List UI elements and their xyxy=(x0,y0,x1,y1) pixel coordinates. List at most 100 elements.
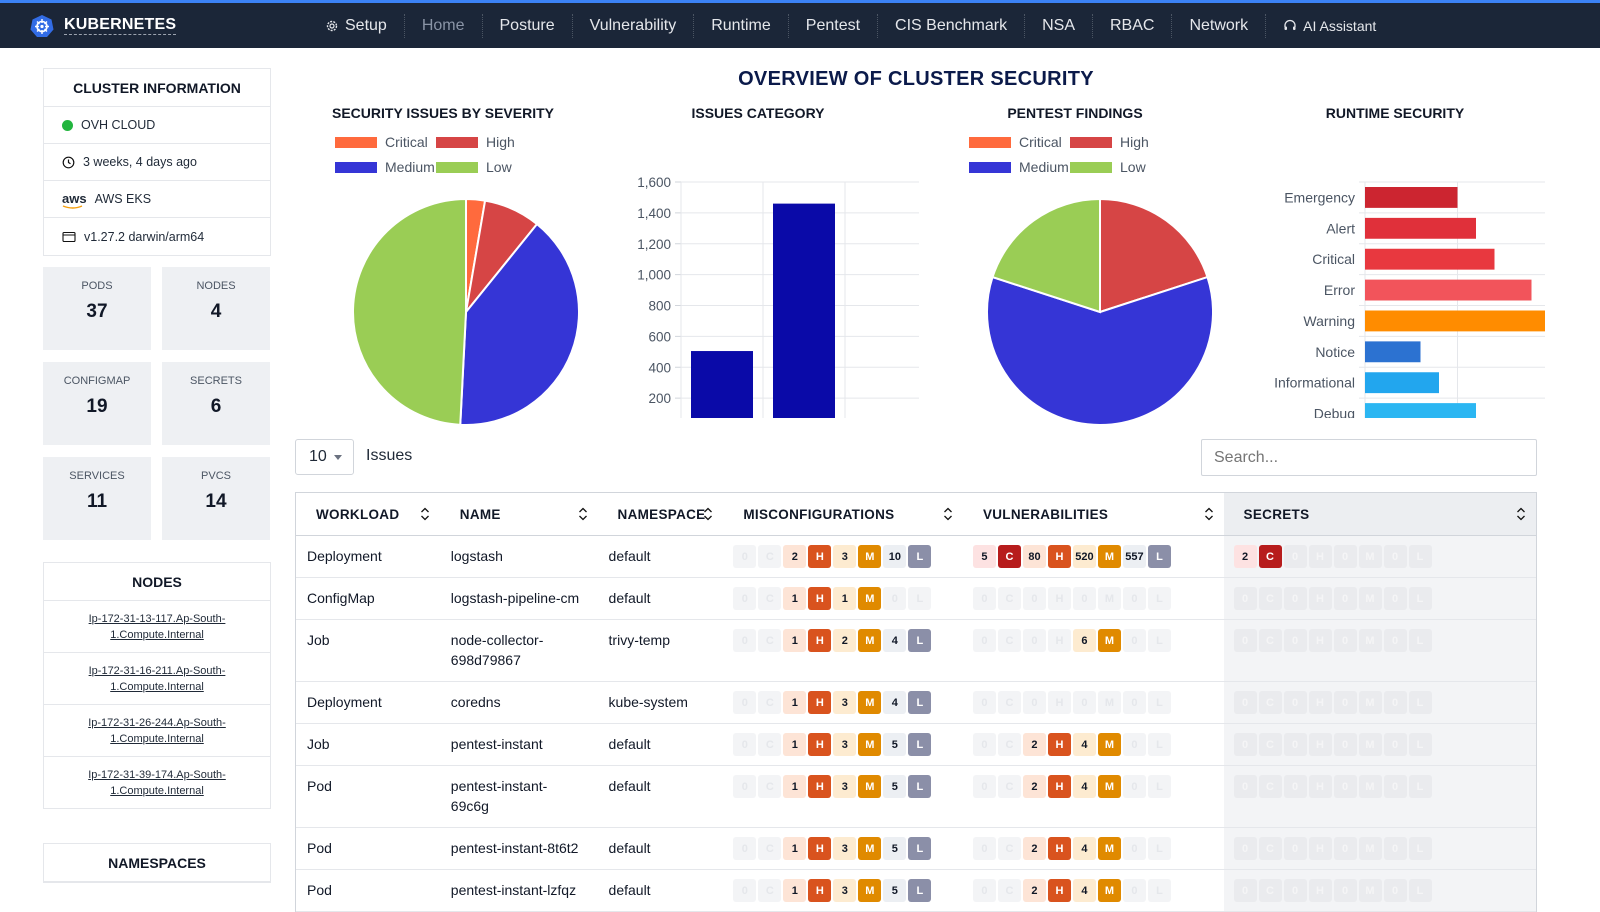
severity-letter-badge: M xyxy=(1097,691,1121,714)
table-row[interactable]: Pod pentest-instant- 69c6g default 0 C 1 H 3 M 5 L 0… xyxy=(296,766,1536,828)
column-header[interactable]: NAMESPACE xyxy=(598,493,724,535)
severity-letter-badge: L xyxy=(1147,587,1171,610)
count-badge: 2 xyxy=(1022,879,1046,902)
nav-vulnerability[interactable]: Vulnerability xyxy=(571,13,694,38)
nav-posture[interactable]: Posture xyxy=(481,13,572,38)
count-badge: 0 xyxy=(1383,879,1407,902)
count-badge: 0 xyxy=(1233,587,1257,610)
pie-slice xyxy=(352,197,467,426)
brand[interactable]: KUBERNETES xyxy=(30,14,290,38)
stat-pvcs[interactable]: PVCS 14 xyxy=(162,457,270,540)
y-tick-label: Informational xyxy=(1274,375,1355,391)
severity-letter-badge: C xyxy=(758,879,782,902)
severity-letter-badge: L xyxy=(1408,629,1432,652)
severity-badges: 0C0H0M0L xyxy=(1224,879,1536,902)
severity-letter-badge: M xyxy=(858,775,882,798)
table-row[interactable]: Pod pentest-instant-lzfqz default 0 C 1 H 3 M 5 L 0… xyxy=(296,870,1536,912)
nav-rbac[interactable]: RBAC xyxy=(1092,13,1171,38)
count-badge: 0 xyxy=(1122,733,1146,756)
misconfigurations-cell: 0C1H2M4L xyxy=(723,620,963,681)
nav-cis-benchmark[interactable]: CIS Benchmark xyxy=(877,13,1024,38)
nav-setup-label: Setup xyxy=(345,16,387,34)
node-link[interactable]: Ip-172-31-13-117.Ap-South- 1.Compute.Inte… xyxy=(44,601,270,653)
stat-services[interactable]: SERVICES 11 xyxy=(43,457,151,540)
cluster-info-title: CLUSTER INFORMATION xyxy=(44,69,270,107)
column-header[interactable]: MISCONFIGURATIONS xyxy=(723,493,963,535)
severity-letter-badge: C xyxy=(1258,691,1282,714)
table-row[interactable]: Job node-collector- 698d79867 trivy-temp 0 C 1… xyxy=(296,620,1536,682)
severity-letter-badge: C xyxy=(1258,837,1282,860)
count-badge: 4 xyxy=(1072,733,1096,756)
table-row[interactable]: Deployment coredns kube-system 0 C 1 H 3 M 4 L 0 C 0 H… xyxy=(296,682,1536,724)
nav-network[interactable]: Network xyxy=(1171,13,1265,38)
stat-pods[interactable]: PODS 37 xyxy=(43,267,151,350)
column-header[interactable]: NAME xyxy=(440,493,598,535)
name-cell: logstash-pipeline-cm xyxy=(450,590,580,606)
vulnerabilities-cell: 0C2H4M0L xyxy=(963,828,1224,869)
severity-letter-badge: L xyxy=(908,587,932,610)
column-header[interactable]: WORKLOAD xyxy=(296,493,440,535)
table-row[interactable]: Pod pentest-instant-8t6t2 default 0 C 1 H 3 M 5 L 0… xyxy=(296,828,1536,870)
sort-icon xyxy=(1517,507,1525,521)
severity-letter-badge: L xyxy=(908,545,932,568)
severity-badges: 0C1H1M0L xyxy=(723,587,963,610)
column-header-label: SECRETS xyxy=(1243,506,1310,522)
severity-letter-badge: C xyxy=(997,587,1021,610)
legend-swatch xyxy=(335,162,377,173)
nav-nsa[interactable]: NSA xyxy=(1024,13,1092,38)
table-row[interactable]: ConfigMap logstash-pipeline-cm default 0 C 1 H… xyxy=(296,578,1536,620)
severity-letter-badge: H xyxy=(1308,837,1332,860)
column-header[interactable]: SECRETS xyxy=(1223,493,1537,535)
cluster-provider: OVH CLOUD xyxy=(81,118,156,132)
severity-letter-badge: L xyxy=(1408,545,1432,568)
namespaces-card: NAMESPACES xyxy=(43,843,271,883)
headset-icon xyxy=(1284,19,1296,30)
severity-letter-badge: C xyxy=(1258,545,1282,568)
cluster-version: v1.27.2 darwin/arm64 xyxy=(84,229,205,244)
nav-home[interactable]: Home xyxy=(403,13,482,38)
y-tick-label: Notice xyxy=(1315,344,1355,360)
column-header-label: NAMESPACE xyxy=(617,506,706,522)
vulnerabilities-cell: 5 C 80 H 520 M 557 L xyxy=(963,536,1224,577)
severity-letter-badge: M xyxy=(1097,775,1121,798)
severity-letter-badge: H xyxy=(1308,879,1332,902)
nav-pentest[interactable]: Pentest xyxy=(787,13,877,38)
stat-nodes[interactable]: NODES 4 xyxy=(162,267,270,350)
node-link[interactable]: Ip-172-31-16-211.Ap-South- 1.Compute.Inte… xyxy=(44,653,270,705)
stat-secrets[interactable]: SECRETS 6 xyxy=(162,362,270,445)
name-cell: coredns xyxy=(450,694,501,710)
severity-letter-badge: M xyxy=(1097,837,1121,860)
table-row[interactable]: Job pentest-instant default 0 C 1 H 3 M 5 L 0 C 2 H 4 M 0… xyxy=(296,724,1536,766)
severity-letter-badge: H xyxy=(1047,837,1071,860)
severity-letter-badge: H xyxy=(1047,629,1071,652)
severity-letter-badge: L xyxy=(1147,837,1171,860)
cluster-age-row: 3 weeks, 4 days ago xyxy=(44,144,270,181)
severity-letter-badge: H xyxy=(1047,691,1071,714)
bar xyxy=(1365,248,1495,270)
severity-letter-badge: H xyxy=(1047,879,1071,902)
stat-configmap[interactable]: CONFIGMAP 19 xyxy=(43,362,151,445)
page-size-select[interactable]: 10 xyxy=(295,439,354,475)
table-row[interactable]: Deployment logstash default 0 C 2 H 3 M 10 L 5 C 80 H 5… xyxy=(296,536,1536,578)
bar xyxy=(1365,403,1476,418)
nav-ai-assistant[interactable]: AI Assistant xyxy=(1265,13,1393,38)
count-badge: 0 xyxy=(1283,879,1307,902)
page-content: CLUSTER INFORMATION OVH CLOUD 3 weeks, 4… xyxy=(25,48,1570,912)
count-badge: 1 xyxy=(783,587,807,610)
search-input[interactable] xyxy=(1201,439,1537,476)
count-badge: 0 xyxy=(1383,545,1407,568)
node-link[interactable]: Ip-172-31-26-244.Ap-South- 1.Compute.Inte… xyxy=(44,705,270,757)
severity-letter-badge: L xyxy=(1147,775,1171,798)
namespace-cell: trivy-temp xyxy=(608,632,670,648)
severity-letter-badge: C xyxy=(758,587,782,610)
nav-setup[interactable]: Setup xyxy=(308,14,404,38)
runtime-bar-chart: 0510EmergencyAlertCriticalErrorWarningNo… xyxy=(1274,181,1545,418)
count-badge: 0 xyxy=(1383,775,1407,798)
nav-runtime[interactable]: Runtime xyxy=(693,13,788,38)
node-link[interactable]: Ip-172-31-39-174.Ap-South- 1.Compute.Inte… xyxy=(44,757,270,808)
severity-letter-badge: C xyxy=(1258,629,1282,652)
severity-letter-badge: M xyxy=(1358,587,1382,610)
misconfigurations-cell: 0C1H3M4L xyxy=(723,682,963,723)
column-header[interactable]: VULNERABILITIES xyxy=(963,493,1224,535)
severity-badges: 0C2H4M0L xyxy=(963,733,1224,756)
